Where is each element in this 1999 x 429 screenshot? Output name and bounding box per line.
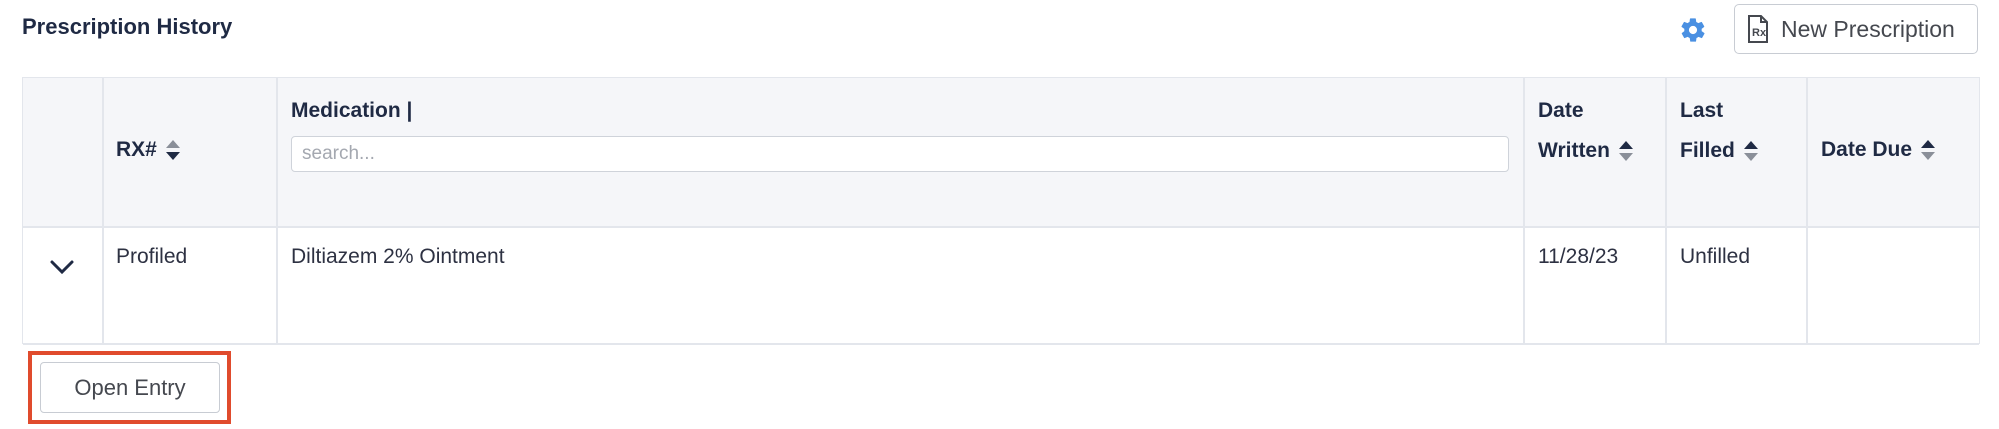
column-header-rx[interactable]: RX# [116, 130, 181, 170]
page-title: Prescription History [22, 14, 233, 39]
sort-icon[interactable] [1920, 138, 1936, 162]
table-cell-rx: Profiled [116, 245, 188, 268]
column-header-last-filled[interactable]: Last Filled [1680, 91, 1759, 171]
sort-icon[interactable] [165, 138, 181, 162]
column-header-date-written[interactable]: Date Written [1538, 91, 1634, 171]
table-cell-medication: Diltiazem 2% Ointment [291, 245, 505, 268]
svg-text:Rx: Rx [1752, 27, 1767, 39]
prescription-table: RX# Medication | Date Written Last Fille… [22, 77, 1980, 345]
table-cell-last-filled: Unfilled [1680, 245, 1751, 268]
chevron-down-icon[interactable] [48, 258, 76, 276]
new-prescription-button[interactable]: Rx New Prescription [1734, 4, 1978, 54]
medication-search-input[interactable] [291, 136, 1509, 172]
table-cell-date-written: 11/28/23 [1538, 245, 1619, 268]
sort-icon[interactable] [1618, 139, 1634, 163]
sort-icon[interactable] [1743, 139, 1759, 163]
open-entry-button[interactable]: Open Entry [40, 362, 220, 413]
column-header-date-due[interactable]: Date Due [1821, 130, 1936, 170]
gear-icon[interactable] [1677, 14, 1709, 46]
column-header-medication: Medication | [291, 99, 413, 122]
rx-document-icon: Rx [1748, 15, 1768, 43]
new-prescription-label: New Prescription [1781, 15, 1955, 42]
